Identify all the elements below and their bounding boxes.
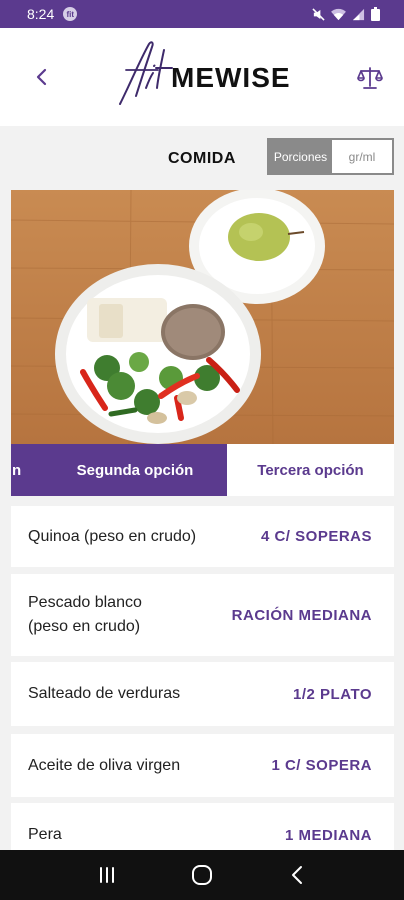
- food-quantity: 1 C/ SOPERA: [271, 757, 372, 774]
- navigation-bar: [0, 850, 404, 900]
- grams-toggle-option[interactable]: gr/ml: [332, 140, 392, 173]
- home-icon: [191, 865, 212, 885]
- status-time: 8:24: [27, 6, 55, 22]
- food-item: Quinoa (peso en crudo) 4 C/ SOPERAS: [11, 506, 394, 567]
- app-header: MEWISE: [0, 28, 404, 126]
- home-button[interactable]: [187, 860, 217, 890]
- tab-second-option[interactable]: Segunda opción: [43, 444, 227, 496]
- scale-button[interactable]: [357, 66, 383, 90]
- tab-third-option[interactable]: Tercera opción: [227, 444, 394, 496]
- back-icon: [291, 866, 302, 884]
- food-item: Aceite de oliva virgen 1 C/ SOPERA: [11, 734, 394, 797]
- scale-icon: [357, 67, 383, 89]
- food-quantity: 1 MEDIANA: [284, 826, 372, 844]
- food-name: Pera: [28, 826, 62, 843]
- meal-title: COMIDA: [168, 150, 236, 167]
- recents-icon: [100, 867, 115, 883]
- status-bar: 8:24 fit: [0, 0, 404, 28]
- food-item: Salteado de verduras 1/2 PLATO: [11, 662, 394, 726]
- notification-badge: fit: [63, 7, 78, 21]
- system-back-button[interactable]: [282, 860, 312, 890]
- food-item: Pescado blanco (peso en crudo) RACIÓN ME…: [11, 574, 394, 656]
- wifi-icon: [331, 8, 346, 20]
- option-tabs: n Segunda opción Tercera opción: [11, 444, 394, 496]
- logo-text: MEWISE: [171, 62, 291, 93]
- signal-icon: [352, 8, 365, 20]
- tab-first-option[interactable]: n: [11, 444, 43, 496]
- meal-photo: [11, 190, 394, 444]
- food-name: Quinoa (peso en crudo): [28, 527, 197, 545]
- portions-toggle-option[interactable]: Porciones: [269, 140, 332, 173]
- recents-button[interactable]: [92, 860, 122, 890]
- fitmewise-logo: MEWISE: [116, 40, 296, 108]
- meal-photo-illustration: [11, 190, 394, 444]
- mute-icon: [312, 7, 325, 21]
- food-quantity: 4 C/ SOPERAS: [260, 528, 372, 545]
- food-name: Pescado blanco (peso en crudo): [28, 594, 142, 635]
- battery-icon: [371, 7, 380, 21]
- section-row: COMIDA Porciones gr/ml: [0, 126, 404, 190]
- food-quantity: 1/2 PLATO: [293, 685, 372, 703]
- logo-script-fit: [119, 41, 173, 105]
- back-button[interactable]: [30, 62, 54, 92]
- food-name: Salteado de verduras: [28, 685, 181, 702]
- unit-toggle[interactable]: Porciones gr/ml: [267, 138, 394, 175]
- food-name: Aceite de oliva virgen: [28, 756, 181, 774]
- food-quantity: RACIÓN MEDIANA: [231, 606, 372, 624]
- back-chevron-icon: [36, 68, 47, 86]
